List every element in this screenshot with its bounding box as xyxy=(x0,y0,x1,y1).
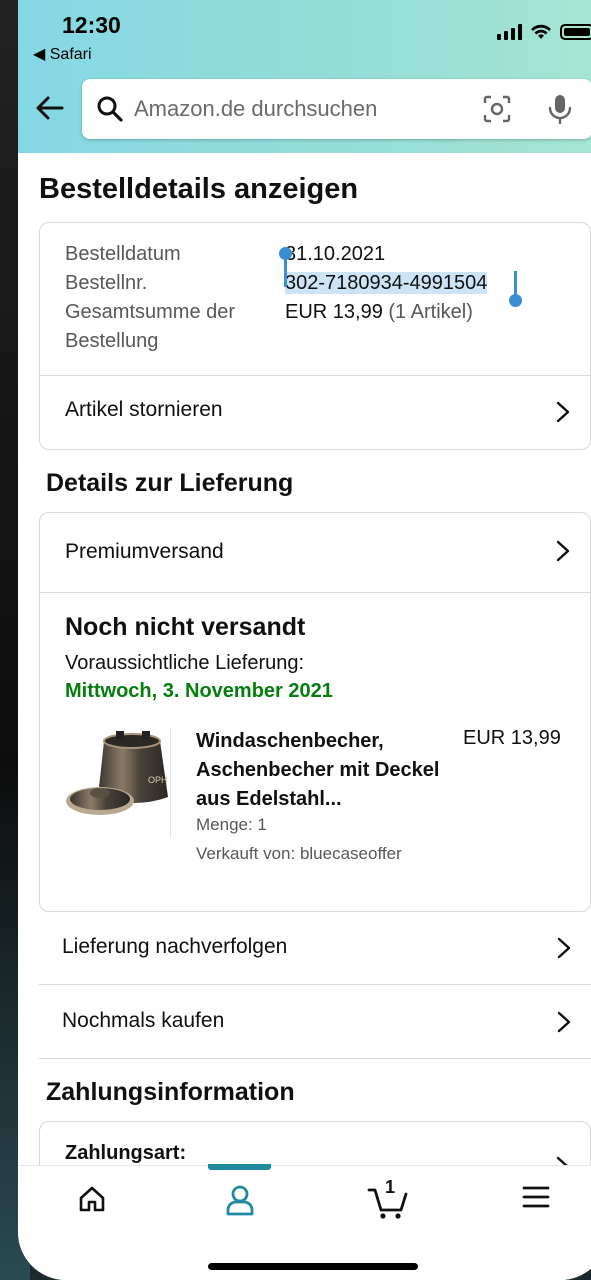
order-date-value: 31.10.2021 xyxy=(285,243,386,265)
cancel-items-label: Artikel stornieren xyxy=(65,398,223,421)
status-icons xyxy=(497,24,591,40)
phone-screen: 12:30 ◀ Safari Amazon.de durchsuchen Bes… xyxy=(18,0,591,1280)
search-input[interactable] xyxy=(134,93,464,125)
payment-method-label: Zahlungsart: xyxy=(65,1142,187,1164)
wifi-icon xyxy=(531,24,551,39)
shipping-method-label: Premiumversand xyxy=(65,540,224,563)
delivery-card: Premiumversand Noch nicht versandt Vorau… xyxy=(39,512,591,912)
delivery-section-title: Details zur Lieferung xyxy=(46,469,294,497)
status-time: 12:30 xyxy=(62,12,121,38)
divider xyxy=(40,592,590,593)
microphone-icon[interactable] xyxy=(547,93,573,125)
product-image[interactable]: OPH xyxy=(64,723,176,835)
divider xyxy=(170,728,171,838)
account-icon xyxy=(226,1185,254,1216)
home-icon xyxy=(79,1186,105,1212)
cellular-signal-icon xyxy=(497,24,522,40)
back-to-app-link[interactable]: ◀ Safari xyxy=(33,44,92,64)
order-total-label-line2: Bestellung xyxy=(65,330,159,352)
order-total-items: (1 Artikel) xyxy=(382,301,473,323)
selected-text: 302-7180934-4991504 xyxy=(285,272,488,294)
order-total-label-line1: Gesamtsumme der xyxy=(65,301,236,323)
cancel-items-row[interactable]: Artikel stornieren xyxy=(40,376,590,450)
header: 12:30 ◀ Safari xyxy=(18,0,591,153)
search-bar[interactable] xyxy=(82,79,591,139)
estimated-delivery-date: Mittwoch, 3. November 2021 xyxy=(65,680,333,702)
nav-home[interactable] xyxy=(62,1184,122,1224)
camera-scan-icon[interactable] xyxy=(482,94,512,124)
active-tab-indicator xyxy=(208,1164,271,1170)
product-title[interactable]: Windaschenbecher, Aschenbecher mit Decke… xyxy=(196,727,446,814)
selection-start-handle[interactable] xyxy=(279,247,292,287)
order-summary-card: Bestelldatum 31.10.2021 Bestellnr. 302-7… xyxy=(39,222,591,450)
order-total-value: EUR 13,99 (1 Artikel) xyxy=(285,301,473,324)
track-delivery-row[interactable]: Lieferung nachverfolgen xyxy=(39,912,591,985)
buy-again-label: Nochmals kaufen xyxy=(62,1009,225,1032)
selection-end-handle[interactable] xyxy=(509,271,522,307)
svg-text:OPH: OPH xyxy=(148,775,168,785)
shipment-status: Noch nicht versandt xyxy=(65,613,306,641)
product-price: EUR 13,99 xyxy=(463,727,561,749)
chevron-right-icon xyxy=(556,540,570,562)
estimated-delivery-label: Voraussichtliche Lieferung: xyxy=(65,652,305,674)
order-date-label: Bestelldatum xyxy=(65,243,181,265)
battery-icon xyxy=(560,24,591,40)
nav-menu[interactable] xyxy=(506,1184,566,1224)
payment-card[interactable]: Zahlungsart: xyxy=(39,1121,591,1165)
home-indicator[interactable] xyxy=(208,1263,418,1270)
cart-count-badge: 1 xyxy=(385,1177,396,1197)
back-arrow-icon[interactable] xyxy=(34,92,66,124)
product-seller: Verkauft von: bluecaseoffer xyxy=(196,844,402,863)
product-quantity: Menge: 1 xyxy=(196,815,267,834)
main-content: Bestelldetails anzeigen Bestelldatum 31.… xyxy=(18,153,591,1165)
shipping-method-row[interactable]: Premiumversand xyxy=(40,513,590,592)
chevron-right-icon xyxy=(557,1011,571,1033)
buy-again-row[interactable]: Nochmals kaufen xyxy=(39,986,591,1059)
page-title: Bestelldetails anzeigen xyxy=(39,173,359,205)
nav-account[interactable] xyxy=(210,1184,270,1224)
menu-icon xyxy=(522,1186,550,1208)
order-number-label: Bestellnr. xyxy=(65,272,148,294)
chevron-right-icon xyxy=(556,401,570,423)
chevron-right-icon xyxy=(556,1156,568,1165)
track-delivery-label: Lieferung nachverfolgen xyxy=(62,935,288,958)
search-icon xyxy=(97,96,123,122)
payment-section-title: Zahlungsinformation xyxy=(46,1078,295,1106)
order-number-value[interactable]: 302-7180934-4991504 xyxy=(285,272,488,295)
chevron-right-icon xyxy=(557,937,571,959)
order-total-amount: EUR 13,99 xyxy=(285,301,383,323)
